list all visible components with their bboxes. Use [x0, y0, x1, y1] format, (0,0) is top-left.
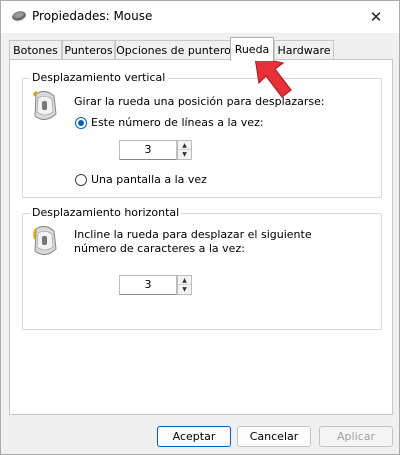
cancel-button[interactable]: Cancelar	[237, 426, 311, 447]
radio-one-screen[interactable]	[75, 174, 87, 186]
horizontal-scroll-group: Desplazamiento horizontal Incline la rue…	[22, 206, 382, 330]
radio-screen-label: Una pantalla a la vez	[91, 173, 207, 186]
horizontal-description-line1: Incline la rueda para desplazar el sigui…	[74, 228, 312, 241]
chars-spinner: 3 ▲ ▼	[119, 275, 193, 295]
close-icon: ✕	[369, 8, 383, 26]
vertical-scroll-title: Desplazamiento vertical	[30, 71, 168, 84]
spin-up-icon[interactable]: ▲	[178, 141, 191, 150]
mouse-wheel-icon	[33, 90, 57, 120]
mouse-icon	[12, 11, 26, 21]
tab-opciones-de-puntero[interactable]: Opciones de puntero	[115, 40, 232, 60]
title-bar: Propiedades: Mouse ✕	[1, 1, 399, 33]
tab-panel-rueda: Desplazamiento vertical Girar la rueda u…	[9, 59, 393, 415]
apply-button[interactable]: Aplicar	[319, 426, 393, 447]
mouse-tilt-icon	[33, 225, 57, 255]
accept-button[interactable]: Aceptar	[157, 426, 231, 447]
horizontal-scroll-title: Desplazamiento horizontal	[30, 206, 182, 219]
close-button[interactable]: ✕	[353, 1, 399, 33]
chars-input[interactable]: 3	[119, 275, 177, 295]
mouse-properties-dialog: Propiedades: Mouse ✕ Botones Punteros Op…	[0, 0, 400, 455]
horizontal-description-line2: número de caracteres a la vez:	[74, 242, 245, 255]
lines-spin-buttons: ▲ ▼	[177, 140, 192, 160]
vertical-scroll-group: Desplazamiento vertical Girar la rueda u…	[22, 71, 382, 198]
window-title: Propiedades: Mouse	[32, 9, 153, 23]
tab-rueda[interactable]: Rueda	[230, 37, 274, 61]
lines-spinner: 3 ▲ ▼	[119, 140, 193, 160]
spin-down-icon[interactable]: ▼	[178, 150, 191, 159]
tab-punteros[interactable]: Punteros	[62, 40, 115, 60]
radio-lines-label: Este número de líneas a la vez:	[91, 116, 264, 129]
radio-lines-at-a-time[interactable]	[75, 117, 87, 129]
tab-botones[interactable]: Botones	[9, 40, 62, 60]
spin-down-icon[interactable]: ▼	[178, 285, 191, 294]
spin-up-icon[interactable]: ▲	[178, 276, 191, 285]
lines-input[interactable]: 3	[119, 140, 177, 160]
chars-spin-buttons: ▲ ▼	[177, 275, 192, 295]
